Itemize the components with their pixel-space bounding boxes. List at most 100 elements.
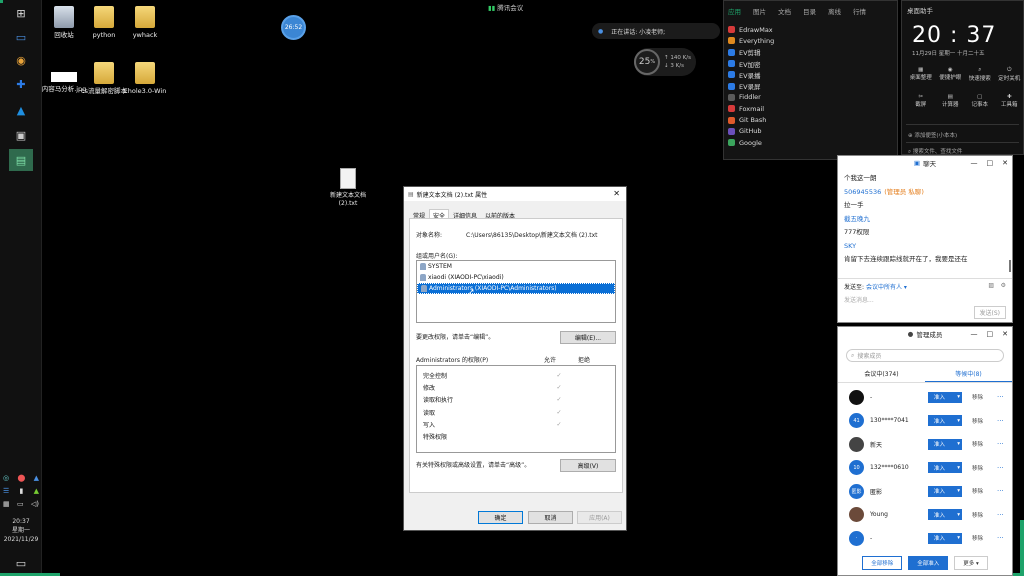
remove-member-button[interactable]: 移除 [972,440,983,448]
tray-volume-icon[interactable]: ◁) [31,500,39,508]
remove-all-button[interactable]: 全部移除 [862,556,903,570]
add-note-link[interactable]: ⊕ 添加便签(小本本) [908,131,957,139]
apply-button[interactable]: 应用(A) [577,511,622,524]
remove-member-button[interactable]: 移除 [972,464,983,472]
close-icon[interactable]: ✕ [1002,159,1008,167]
app-list-item[interactable]: Everything [728,35,897,46]
more-options-icon[interactable]: ··· [997,393,1004,401]
tray-network-icon[interactable]: ◎ [3,474,9,482]
meeting-indicator[interactable]: ▮▮ 腾讯会议 [488,2,523,12]
user-row-system[interactable]: SYSTEM [417,261,615,272]
close-icon[interactable]: ✕ [613,189,620,198]
tool-notepad[interactable]: ▢ 记事本 [965,94,995,108]
tool-calculator[interactable]: ▤ 计算器 [936,94,966,108]
tool-desktop-organize[interactable]: ▦ 桌面整理 [906,67,936,82]
more-options-icon[interactable]: ··· [997,440,1004,448]
file-explorer-icon[interactable]: ▭ [9,26,33,48]
tool-quick-search[interactable]: ⌕ 快速搜索 [965,67,995,82]
user-row-xiaodi[interactable]: xiaodi (XIAODI-PC\xiaodi) [417,272,615,283]
ok-button[interactable]: 确定 [478,511,523,524]
app-list-item[interactable]: EV录播 [728,69,897,80]
tool-timed-shutdown[interactable]: ⏻ 定时关机 [995,67,1024,82]
remote-desktop-icon[interactable]: ▤ [9,149,33,171]
tab-market[interactable]: 行情 [853,6,866,16]
desktop-icon-new-text-file[interactable]: 新建文本文档 (2).txt [326,168,370,208]
tab-docs[interactable]: 文档 [778,6,791,16]
floating-timer-bubble[interactable]: 26:52 [281,15,306,40]
close-icon[interactable]: ✕ [1002,330,1008,338]
cancel-button[interactable]: 取消 [528,511,573,524]
meeting-app-icon[interactable]: ▲ [9,99,33,121]
app-icon-blue[interactable]: ✚ [9,73,33,95]
tab-apps[interactable]: 应用 [728,6,741,16]
chevron-down-icon[interactable]: ▾ [957,394,960,400]
remove-member-button[interactable]: 移除 [972,393,983,401]
chevron-down-icon[interactable]: ▾ [957,535,960,541]
remove-member-button[interactable]: 移除 [972,534,983,542]
start-icon[interactable]: ⊞ [9,2,33,24]
minimize-icon[interactable]: — [971,159,978,167]
chevron-down-icon[interactable]: ▾ [957,441,960,447]
more-options-icon[interactable]: ··· [997,417,1004,425]
remove-member-button[interactable]: 移除 [972,511,983,519]
app-list-item[interactable]: EV加密 [728,58,897,69]
tray-keyboard-icon[interactable]: ▦ [3,500,10,508]
maximize-icon[interactable]: □ [987,159,994,167]
tab-waiting[interactable]: 等候中(8) [925,369,1012,382]
more-options-icon[interactable]: ··· [997,487,1004,495]
more-options-icon[interactable]: ··· [997,464,1004,472]
notification-icon[interactable]: ▭ [9,552,33,574]
more-button[interactable]: 更多 ▾ [954,556,988,570]
chat-input[interactable]: 发送消息... [844,295,1006,304]
chevron-down-icon[interactable]: ▾ [957,512,960,518]
minimize-icon[interactable]: — [971,330,978,338]
member-search-input[interactable]: ⌕ 搜索成员 [846,349,1004,362]
admit-button[interactable]: 准入 ▾ [928,485,962,497]
chevron-down-icon[interactable]: ▾ [957,418,960,424]
tab-in-meeting[interactable]: 会议中(374) [838,369,925,382]
admit-all-button[interactable]: 全部准入 [908,556,949,570]
advanced-button[interactable]: 高级(V) [560,459,616,472]
admit-button[interactable]: 准入 ▾ [928,391,962,403]
more-options-icon[interactable]: ··· [997,511,1004,519]
chrome-icon[interactable]: ◉ [9,49,33,71]
tab-offline[interactable]: 离线 [828,6,841,16]
taskbar-time[interactable]: 20:37 [0,517,42,526]
app-list-item[interactable]: GitHub [728,126,897,137]
edit-button[interactable]: 编辑(E)... [560,331,616,344]
more-options-icon[interactable]: ··· [997,534,1004,542]
tool-toolbox[interactable]: ✚ 工具箱 [995,94,1024,108]
user-row-administrators[interactable]: Administrators (XIAODI-PC\Administrators… [417,283,615,294]
app-list-item[interactable]: EdrawMax [728,24,897,35]
admit-button[interactable]: 准入 ▾ [928,509,962,520]
send-button[interactable]: 发送(S) [973,306,1006,319]
send-to-dropdown[interactable]: 会议中所有人 ▾ [866,284,907,291]
chat-scrollbar[interactable] [1009,260,1011,272]
tray-nvidia-icon[interactable]: ▲ [34,487,39,495]
admit-button[interactable]: 准入 ▾ [928,415,962,426]
terminal-icon[interactable]: ▣ [9,124,33,146]
desktop-icon-ehole[interactable]: Ehole3.0-Win [121,62,169,95]
settings-icon[interactable]: ⚙ [1001,282,1006,289]
app-list-item[interactable]: Google [728,137,897,148]
app-list-item[interactable]: Foxmail [728,103,897,114]
app-list-item[interactable]: Fiddler [728,92,897,103]
tray-usb-icon[interactable]: ▮ [20,487,24,495]
app-list-item[interactable]: EV录屏 [728,80,897,91]
maximize-icon[interactable]: □ [987,330,994,338]
remove-member-button[interactable]: 移除 [972,487,983,495]
admit-button[interactable]: 准入 ▾ [928,462,962,473]
tab-dirs[interactable]: 目录 [803,6,816,16]
tray-meeting-icon[interactable]: ▲ [34,474,39,482]
admit-button[interactable]: 准入 ▾ [928,532,962,544]
chevron-down-icon[interactable]: ▾ [957,488,960,494]
app-list-item[interactable]: EV剪辑 [728,47,897,58]
chevron-down-icon[interactable]: ▾ [957,465,960,471]
admit-button[interactable]: 准入 ▾ [928,438,962,450]
remove-member-button[interactable]: 移除 [972,417,983,425]
desktop-icon-ywhack[interactable]: ywhack [121,6,169,39]
tab-images[interactable]: 图片 [753,6,766,16]
app-list-item[interactable]: Git Bash [728,114,897,125]
tool-screenshot[interactable]: ✂ 截屏 [906,94,936,108]
tray-display-icon[interactable]: ▭ [17,500,24,508]
